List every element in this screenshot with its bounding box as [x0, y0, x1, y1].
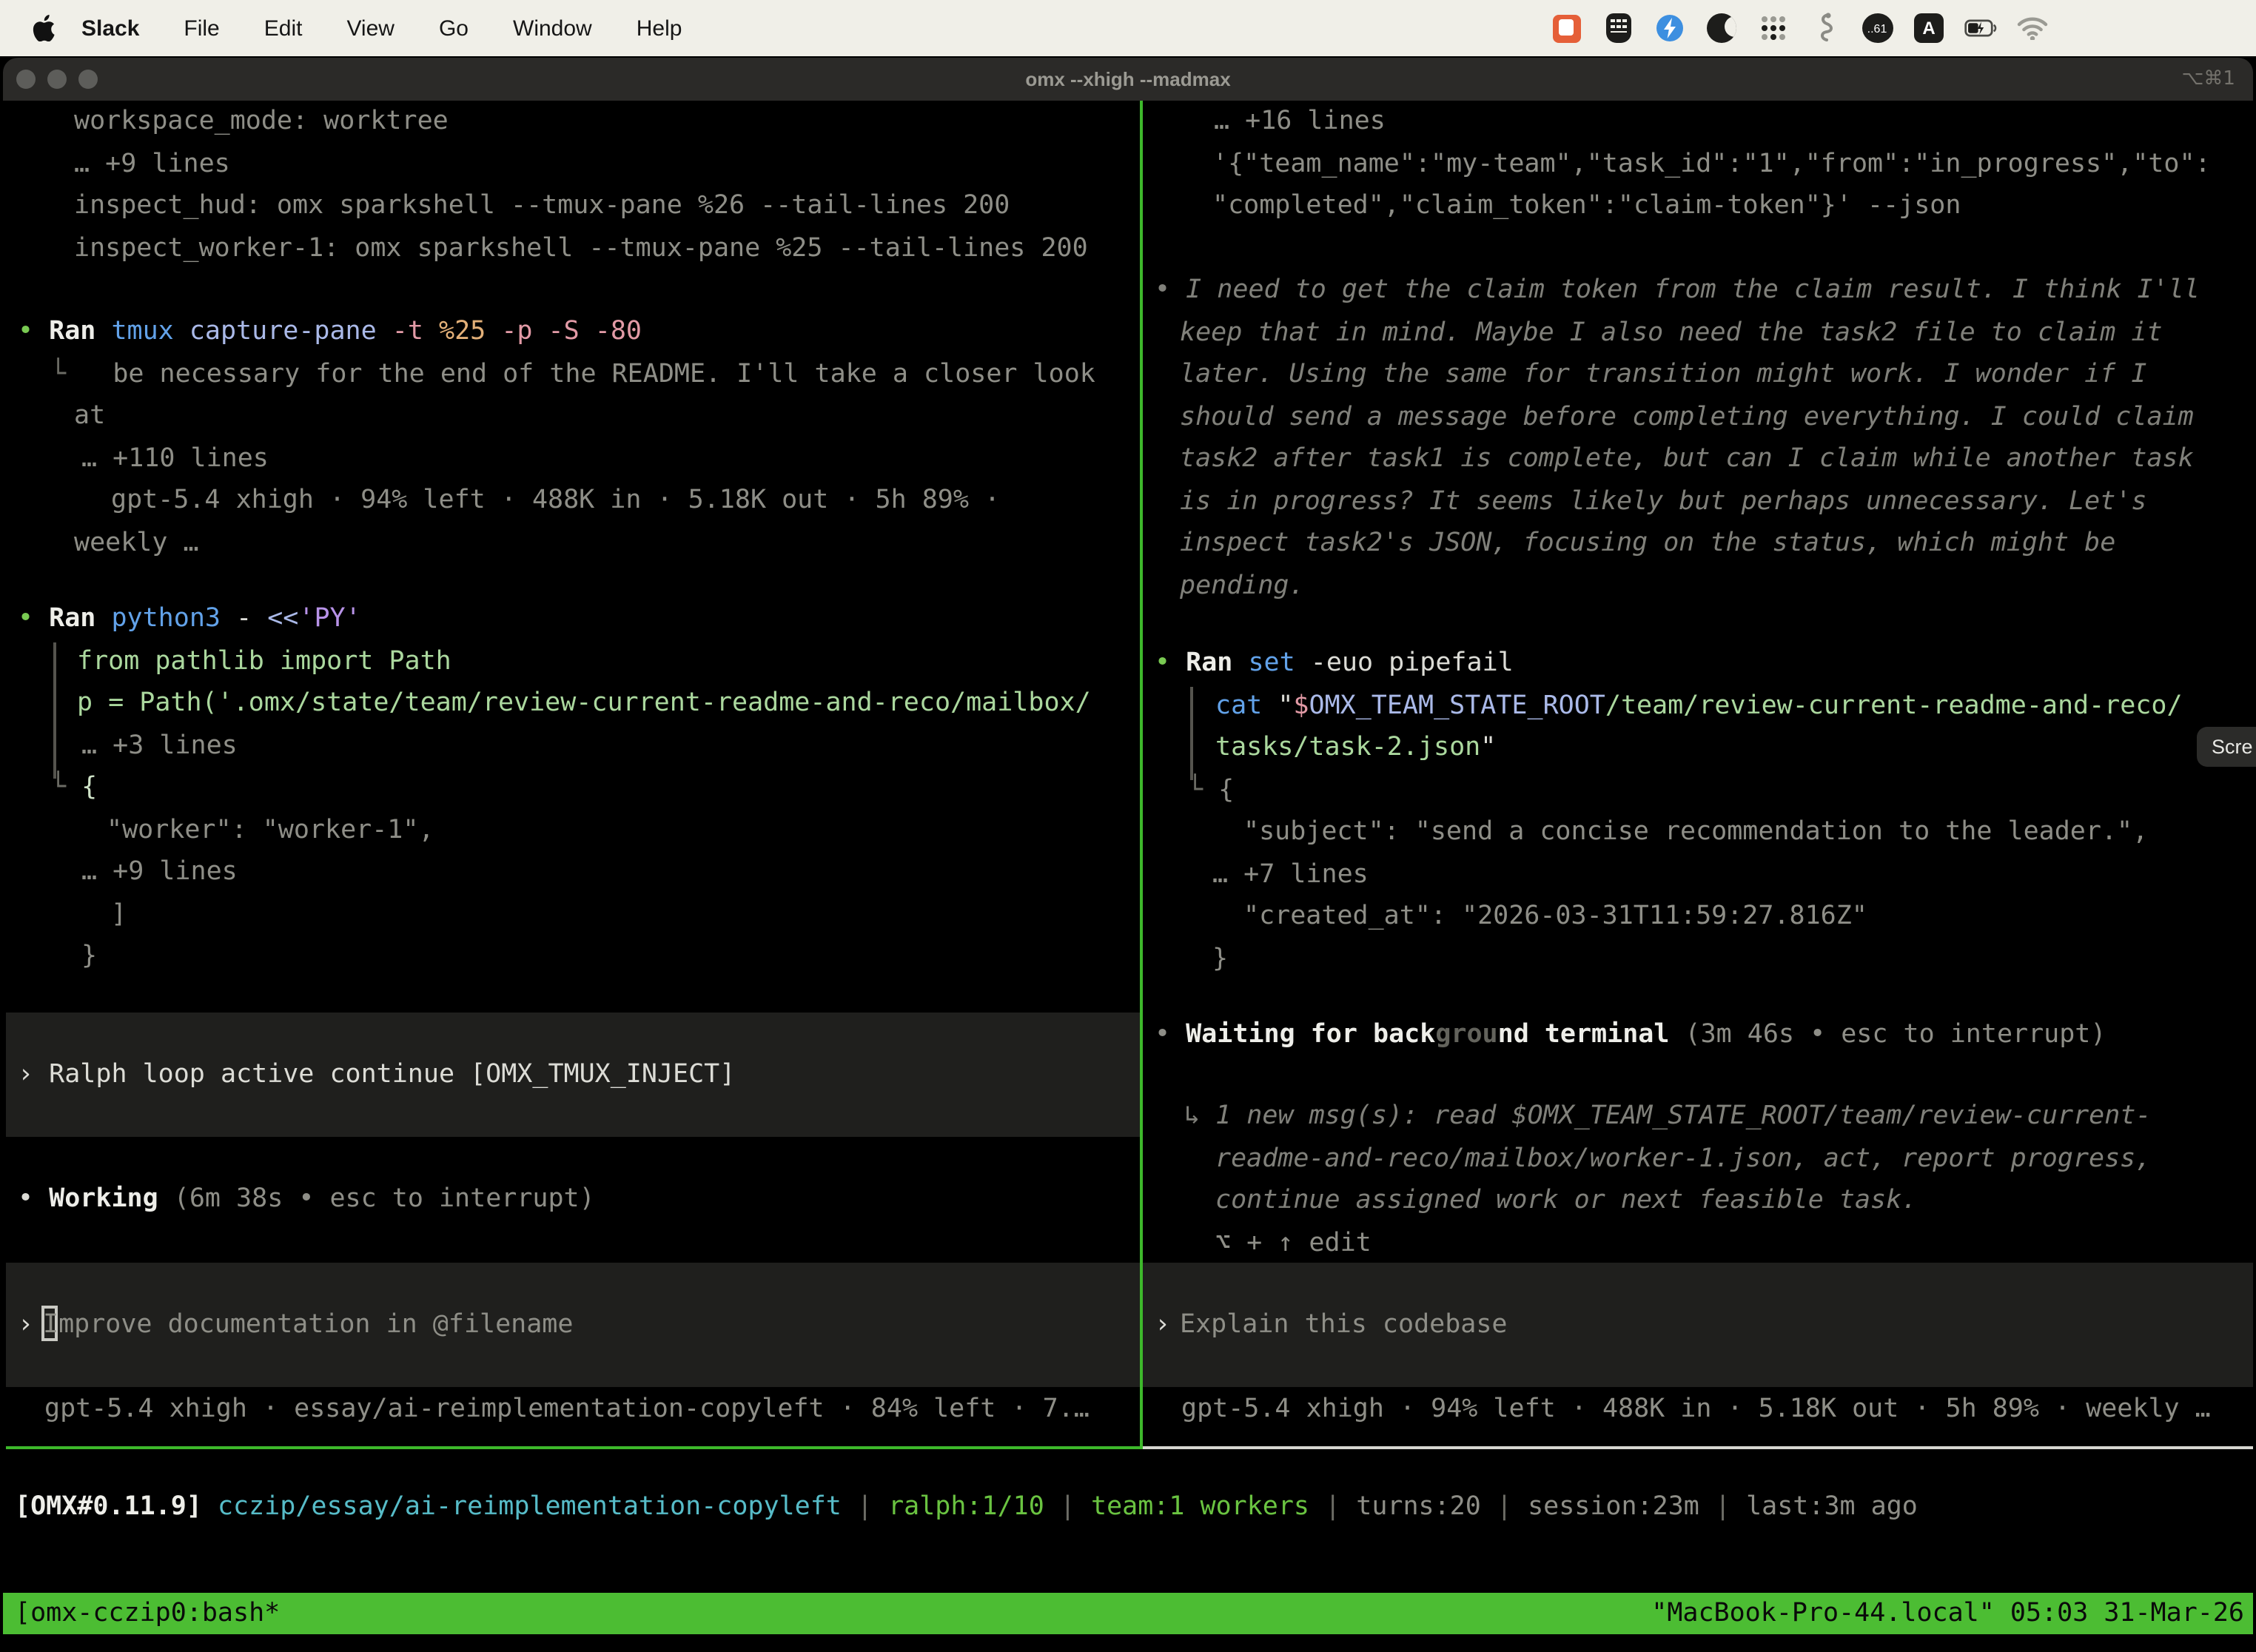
terminal-line: workspace_mode: worktree: [74, 101, 449, 143]
wifi-icon[interactable]: [2016, 12, 2049, 44]
terminal-line: "completed","claim_token":"claim-token"}…: [1212, 185, 1961, 227]
terminal-line: ›: [18, 1304, 33, 1346]
squiggle-icon[interactable]: [1809, 12, 1842, 44]
terminal-line: inspect_hud: omx sparkshell --tmux-pane …: [74, 185, 1010, 227]
right-pane[interactable]: … +16 lines'{"team_name":"my-team","task…: [1143, 101, 2253, 1449]
crescent-icon[interactable]: [1705, 12, 1738, 44]
terminal-content: workspace_mode: worktree… +9 linesinspec…: [3, 101, 2253, 1646]
terminal-line: tasks/task-2.json": [1215, 727, 1496, 769]
terminal-line: should send a message before completing …: [1180, 396, 2194, 438]
input-source-icon[interactable]: A: [1913, 12, 1945, 44]
shield-grid-icon[interactable]: [1602, 12, 1634, 44]
terminal-line: }: [81, 936, 97, 978]
menu-item-edit[interactable]: Edit: [242, 16, 325, 41]
terminal-line: pending.: [1180, 565, 1305, 607]
terminal-line: › Ralph loop active continue [OMX_TMUX_I…: [18, 1054, 735, 1096]
terminal-line: gpt-5.4 xhigh · essay/ai-reimplementatio…: [44, 1389, 1090, 1431]
terminal-line: … +7 lines: [1212, 853, 1369, 896]
terminal-line: • Waiting for background terminal (3m 46…: [1155, 1014, 2106, 1056]
terminal-line: ↳ 1 new msg(s): read $OMX_TEAM_STATE_ROO…: [1184, 1095, 2151, 1138]
terminal-line: p = Path('.omx/state/team/review-current…: [77, 682, 1091, 725]
left-pane-border: [6, 1446, 1140, 1449]
menu-item-help[interactable]: Help: [614, 16, 705, 41]
terminal-line: weekly …: [74, 522, 199, 564]
terminal-line: later. Using the same for transition mig…: [1180, 354, 2146, 396]
terminal-line: … +3 lines: [81, 725, 238, 767]
menu-item-view[interactable]: View: [324, 16, 417, 41]
terminal-line: task2 after task1 is complete, but can I…: [1180, 438, 2194, 480]
menu-bar: Slack File Edit View Go Window Help: [0, 0, 2256, 56]
terminal-line: continue assigned work or next feasible …: [1215, 1180, 1917, 1222]
terminal-line: Explain this codebase: [1180, 1304, 1508, 1346]
terminal-line: • Ran set -euo pipefail: [1155, 642, 1514, 685]
terminal-line: [OMX#0.11.9] cczip/essay/ai-reimplementa…: [15, 1486, 1918, 1528]
terminal-line: • Working (6m 38s • esc to interrupt): [18, 1178, 595, 1220]
tmux-session-label: [omx-cczip0:bash*: [15, 1593, 280, 1634]
terminal-line: gpt-5.4 xhigh · 94% left · 488K in · 5.1…: [1181, 1389, 2211, 1431]
terminal-line: inspect_worker-1: omx sparkshell --tmux-…: [74, 227, 1088, 269]
window-shortcut: ⌥⌘1: [2181, 58, 2235, 101]
terminal-line: • Ran tmux capture-pane -t %25 -p -S -80: [18, 311, 642, 353]
code-block-gutter: [53, 642, 56, 779]
terminal-line: ]: [111, 893, 127, 936]
apple-menu-icon[interactable]: [33, 15, 55, 41]
battery-badge-icon[interactable]: ..61: [1861, 12, 1893, 44]
terminal-line: Improve documentation in @filename: [43, 1304, 573, 1346]
terminal-line: └ {: [50, 767, 97, 809]
window-title: omx --xhigh --madmax: [3, 58, 2253, 101]
screen: Slack File Edit View Go Window Help: [0, 0, 2256, 1652]
terminal-line: cat "$OMX_TEAM_STATE_ROOT/team/review-cu…: [1215, 685, 2183, 727]
title-bar[interactable]: omx --xhigh --madmax ⌥⌘1: [3, 58, 2253, 101]
terminal-line: … +9 lines: [74, 143, 230, 185]
terminal-line: inspect task2's JSON, focusing on the st…: [1180, 523, 2115, 565]
terminal-line: '{"team_name":"my-team","task_id":"1","f…: [1212, 143, 2211, 185]
terminal-line: at: [74, 395, 105, 437]
terminal-line: … +9 lines: [81, 851, 238, 893]
left-pane[interactable]: workspace_mode: worktree… +9 linesinspec…: [6, 101, 1140, 1449]
terminal-line: ⌥ + ↑ edit: [1215, 1222, 1372, 1264]
battery-icon[interactable]: [1964, 12, 1997, 44]
dots-grid-icon[interactable]: [1757, 12, 1790, 44]
chat-icon[interactable]: [1550, 12, 1582, 44]
terminal-line: "worker": "worker-1",: [107, 809, 434, 851]
terminal-line: … +110 lines: [81, 437, 269, 480]
terminal-line: ›: [1155, 1304, 1170, 1346]
menu-item-go[interactable]: Go: [417, 16, 491, 41]
screen-tooltip: Scre: [2197, 727, 2256, 767]
terminal-line: └ {: [1187, 769, 1234, 811]
code-block-gutter: [1190, 687, 1193, 780]
terminal-line: └ be necessary for the end of the README…: [50, 353, 1095, 395]
terminal-line: readme-and-reco/mailbox/worker-1.json, a…: [1215, 1138, 2151, 1180]
menu-status-area: ..61 A: [1550, 12, 2256, 44]
terminal-line: "subject": "send a concise recommendatio…: [1243, 811, 2148, 853]
terminal-line: • Ran python3 - <<'PY': [18, 598, 361, 640]
terminal-line: gpt-5.4 xhigh · 94% left · 488K in · 5.1…: [111, 480, 1000, 522]
terminal-line: "created_at": "2026-03-31T11:59:27.816Z": [1243, 896, 1867, 938]
menu-item-window[interactable]: Window: [491, 16, 614, 41]
terminal-window: omx --xhigh --madmax ⌥⌘1 workspace_mode:…: [3, 58, 2253, 1646]
terminal-line: is in progress? It seems likely but perh…: [1180, 480, 2146, 523]
pulse-icon[interactable]: [1654, 12, 1686, 44]
terminal-line: }: [1212, 938, 1228, 980]
terminal-line: keep that in mind. Maybe I also need the…: [1180, 312, 2163, 354]
terminal-line: • I need to get the claim token from the…: [1155, 269, 2200, 312]
tmux-host-clock: "MacBook-Pro-44.local" 05:03 31-Mar-26: [1651, 1593, 2244, 1634]
menu-item-file[interactable]: File: [161, 16, 241, 41]
terminal-line: … +16 lines: [1214, 101, 1386, 143]
tmux-status-bar: [omx-cczip0:bash* "MacBook-Pro-44.local"…: [3, 1593, 2253, 1634]
terminal-line: from pathlib import Path: [77, 640, 451, 682]
menu-item-slack[interactable]: Slack: [55, 16, 161, 41]
